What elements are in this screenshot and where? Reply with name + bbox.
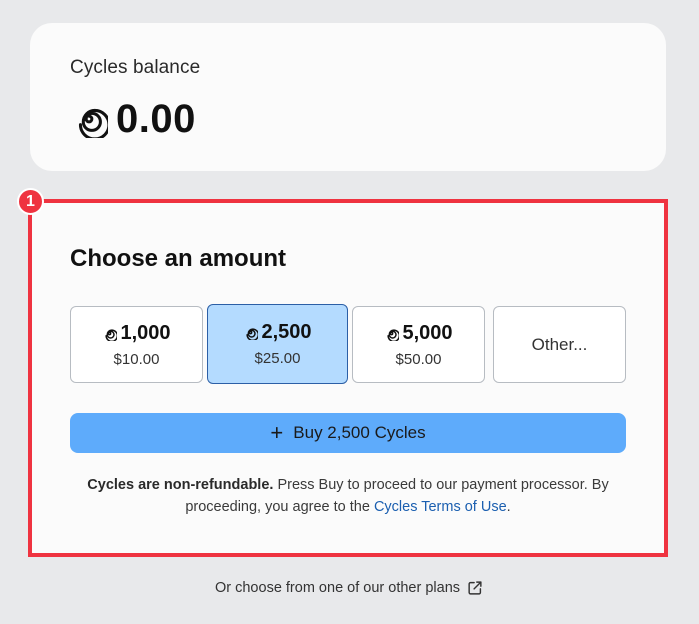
option-price: $25.00 [254,350,301,367]
other-plans-link[interactable]: Or choose from one of our other plans [0,579,699,597]
disclaimer-end: . [506,499,511,515]
option-cycles-label: 1,000 [120,321,171,344]
choose-amount-title: Choose an amount [70,245,287,272]
disclaimer: Cycles are non-refundable. Press Buy to … [70,474,626,518]
spiral-icon [105,328,118,341]
option-price: $10.00 [113,350,160,368]
buy-button[interactable]: + Buy 2,500 Cycles [70,413,626,453]
option-1000[interactable]: 1,000 $10.00 [70,306,203,383]
step-badge: 1 [17,188,44,215]
balance-value: 0.00 [116,96,196,141]
spiral-icon [387,328,400,341]
option-other[interactable]: Other... [493,306,626,383]
disclaimer-bold: Cycles are non-refundable. [87,477,274,493]
buy-button-label: Buy 2,500 Cycles [293,423,426,442]
option-cycles: 2,500 [243,321,312,344]
other-plans-label: Or choose from one of our other plans [214,580,461,596]
option-cycles: 1,000 [102,321,171,345]
option-5000[interactable]: 5,000 $50.00 [352,306,485,383]
option-other-label: Other... [531,334,588,354]
terms-link[interactable]: Cycles Terms of Use [374,499,507,515]
option-cycles: 5,000 [384,321,453,345]
option-cycles-label: 2,500 [261,321,312,343]
external-link-icon [468,581,482,595]
spiral-icon [246,328,259,340]
balance-row: 0.00 [70,95,196,143]
spiral-icon [78,108,108,138]
balance-card: Cycles balance 0.00 [30,23,666,171]
option-price: $50.00 [395,350,442,368]
option-cycles-label: 5,000 [402,321,453,344]
balance-label: Cycles balance [70,57,201,78]
option-2500[interactable]: 2,500 $25.00 [207,304,348,384]
plus-icon: + [270,420,284,445]
